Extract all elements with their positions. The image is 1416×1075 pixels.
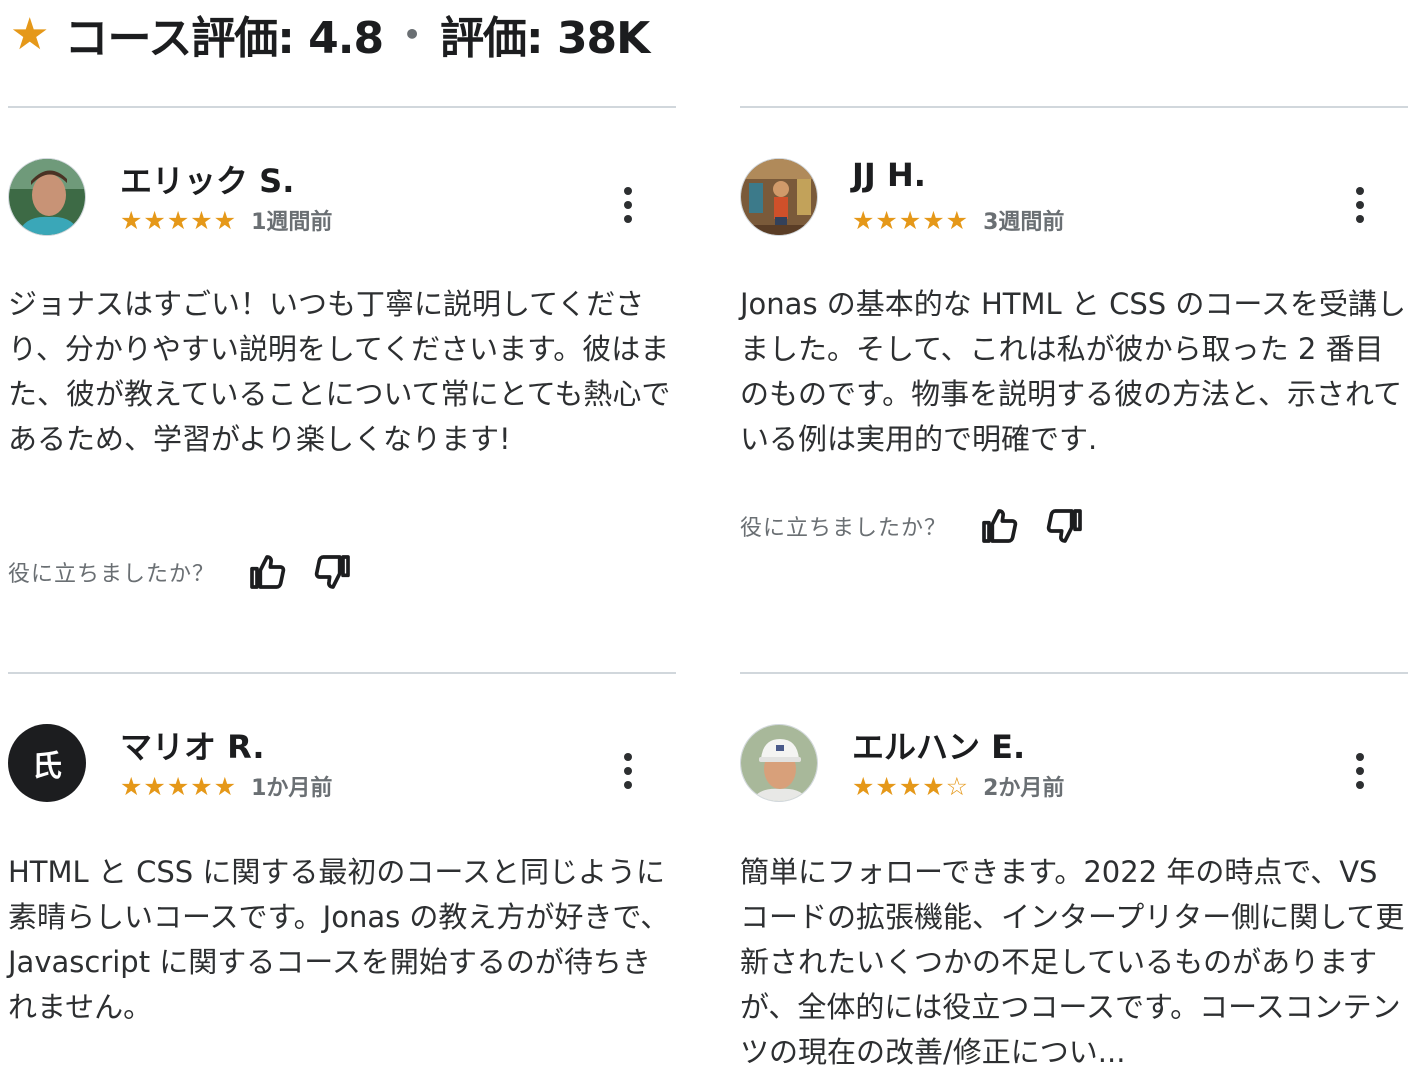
reviewer-name: エルハン E.	[852, 728, 1026, 766]
star-rating: ★★★★★	[120, 205, 238, 235]
review-card: JJ H. ★★★★★ 3週間前 Jonas の基本的な HTML と CSS …	[740, 106, 1408, 626]
helpful-question: 役に立ちましたか？	[740, 516, 948, 541]
review-card: エリック S. ★★★★★ 1週間前 ジョナスはすごい！いつも丁寧に説明してくだ…	[8, 106, 676, 626]
avatar	[740, 158, 818, 236]
thumbs-up-icon[interactable]	[247, 552, 287, 592]
thumbs-up-icon[interactable]	[979, 506, 1019, 546]
rating-count-label: 評価: 38K	[440, 13, 650, 64]
star-rating: ★★★★★	[852, 205, 970, 235]
review-text: ジョナスはすごい！いつも丁寧に説明してくださり、分かりやすい説明をしてくださいま…	[8, 287, 671, 456]
review-date: 1か月前	[251, 776, 333, 801]
divider	[8, 106, 676, 108]
review-date: 3週間前	[983, 210, 1065, 235]
more-options-button[interactable]	[608, 180, 648, 230]
review-text: 簡単にフォローできます。2022 年の時点で、VS コードの拡張機能、インタープ…	[740, 855, 1405, 1069]
avatar	[740, 724, 818, 802]
helpful-row: 役に立ちましたか？	[8, 552, 353, 592]
star-rating: ★★★★★	[120, 771, 238, 801]
review-text: HTML と CSS に関する最初のコースと同じように素晴らしいコースです。Jo…	[8, 855, 670, 1024]
thumbs-down-icon[interactable]	[1045, 506, 1085, 546]
thumbs-down-icon[interactable]	[313, 552, 353, 592]
more-options-button[interactable]	[1340, 180, 1380, 230]
divider	[740, 672, 1408, 674]
review-text: Jonas の基本的な HTML と CSS のコースを受講しました。そして、こ…	[740, 287, 1406, 456]
review-date: 1週間前	[251, 210, 333, 235]
review-date: 2か月前	[983, 776, 1065, 801]
helpful-row: 役に立ちましたか？	[740, 506, 1085, 546]
divider	[8, 672, 676, 674]
review-card: 氏 マリオ R. ★★★★★ 1か月前 HTML と CSS に関する最初のコー…	[8, 672, 676, 1072]
star-rating: ★★★★☆	[852, 771, 970, 801]
divider	[740, 106, 1408, 108]
rating-row: ★★★★★ 1か月前	[120, 770, 332, 802]
avatar	[8, 158, 86, 236]
rating-row: ★★★★☆ 2か月前	[852, 770, 1064, 802]
more-options-button[interactable]	[1340, 746, 1380, 796]
reviewer-name: マリオ R.	[120, 728, 265, 766]
review-card: エルハン E. ★★★★☆ 2か月前 簡単にフォローできます。2022 年の時点…	[740, 672, 1408, 1072]
course-rating-label: コース評価: 4.8	[64, 13, 384, 64]
separator-dot: •	[403, 17, 421, 51]
rating-row: ★★★★★ 1週間前	[120, 204, 332, 236]
course-rating-header: ★ コース評価: 4.8 • 評価: 38K	[10, 4, 650, 65]
more-options-button[interactable]	[608, 746, 648, 796]
reviewer-name: JJ H.	[852, 156, 926, 194]
reviewer-name: エリック S.	[120, 162, 295, 200]
helpful-question: 役に立ちましたか？	[8, 562, 216, 587]
avatar: 氏	[8, 724, 86, 802]
star-icon: ★	[10, 8, 49, 60]
rating-row: ★★★★★ 3週間前	[852, 204, 1064, 236]
